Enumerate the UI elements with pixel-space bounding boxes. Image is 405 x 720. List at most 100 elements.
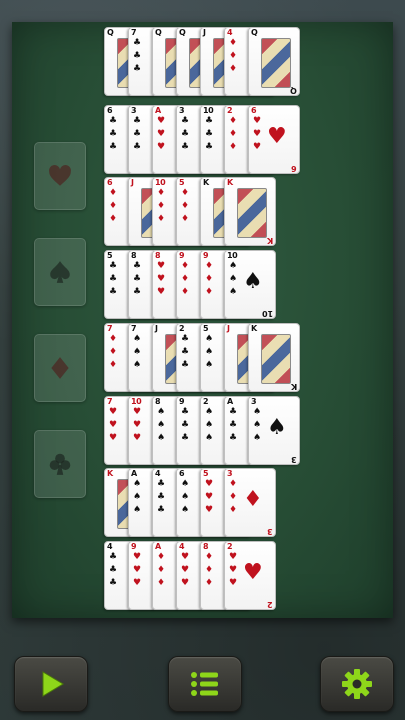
club-icon: ♣ <box>229 407 238 417</box>
heart-icon: ♥ <box>109 407 118 417</box>
spade-icon: ♠ <box>229 261 238 271</box>
spade-icon: ♠ <box>133 492 142 502</box>
card-K-club[interactable]: KK <box>248 323 300 392</box>
heart-icon: ♥ <box>205 492 214 502</box>
club-icon: ♣ <box>109 129 118 139</box>
diamond-icon: ♦ <box>229 505 238 515</box>
club-icon: ♣ <box>109 261 118 271</box>
spade-icon: ♠ <box>181 492 190 502</box>
club-icon: ♣ <box>181 420 190 430</box>
club-icon: ♣ <box>133 64 142 74</box>
spade-icon: ♠ <box>243 269 263 294</box>
heart-icon: ♥ <box>243 560 263 585</box>
spade-icon: ♠ <box>157 420 166 430</box>
diamond-icon: ♦ <box>109 360 118 370</box>
diamond-icon: ♦ <box>243 487 263 512</box>
club-icon: ♣ <box>133 287 142 297</box>
card-rank-bottom: 6 <box>291 164 297 173</box>
club-icon: ♣ <box>181 360 190 370</box>
card-rank: 8 <box>155 251 161 260</box>
spade-icon: ♠ <box>229 287 238 297</box>
card-rank: 3 <box>179 106 185 115</box>
diamond-icon: ♦ <box>229 129 238 139</box>
card-rank: 10 <box>131 397 142 406</box>
card-rank: 8 <box>131 251 137 260</box>
heart-icon: ♥ <box>229 565 238 575</box>
card-rank: 9 <box>179 397 185 406</box>
card-3-spade[interactable]: 3 ♠ ♠ ♠ ♠ 3 <box>248 396 300 465</box>
club-icon: ♣ <box>133 51 142 61</box>
diamond-icon: ♦ <box>205 578 214 588</box>
card-rank: Q <box>251 28 258 37</box>
diamond-icon: ♦ <box>181 214 190 224</box>
foundation-club[interactable] <box>34 430 86 498</box>
diamond-icon: ♦ <box>229 492 238 502</box>
card-rank: 8 <box>155 397 161 406</box>
card-rank-bottom: 10 <box>261 309 273 318</box>
foundation-spade[interactable] <box>34 238 86 306</box>
card-rank: J <box>155 324 158 333</box>
heart-icon: ♥ <box>157 129 166 139</box>
menu-button[interactable] <box>168 656 242 712</box>
card-3-diamond[interactable]: 3 ♦ ♦ ♦ ♦ 3 <box>224 468 276 537</box>
face-card-art <box>261 334 291 384</box>
spade-icon: ♠ <box>133 360 142 370</box>
play-icon <box>42 671 64 697</box>
card-rank: 7 <box>131 324 137 333</box>
diamond-icon: ♦ <box>109 214 118 224</box>
card-rank: K <box>203 178 209 187</box>
card-rank-bottom: K <box>266 236 273 245</box>
card-rank: 3 <box>227 469 233 478</box>
diamond-icon: ♦ <box>157 578 166 588</box>
card-rank-bottom: K <box>290 382 297 391</box>
card-rank: A <box>155 542 161 551</box>
heart-icon: ♥ <box>157 116 166 126</box>
card-K-heart[interactable]: KK <box>224 177 276 246</box>
play-button[interactable] <box>14 656 88 712</box>
club-icon: ♣ <box>181 116 190 126</box>
card-rank: 6 <box>107 106 113 115</box>
card-rank: 7 <box>107 397 113 406</box>
diamond-icon: ♦ <box>181 188 190 198</box>
club-icon: ♣ <box>133 261 142 271</box>
card-rank: K <box>107 469 113 478</box>
card-10-spade[interactable]: 10 ♠ ♠ ♠ ♠ 10 <box>224 250 276 319</box>
foundation-diamond[interactable] <box>34 334 86 402</box>
card-rank: J <box>131 178 134 187</box>
card-2-heart[interactable]: 2 ♥ ♥ ♥ ♥ 2 <box>224 541 276 610</box>
club-icon: ♣ <box>181 142 190 152</box>
card-rank: 6 <box>179 469 185 478</box>
heart-icon: ♥ <box>205 505 214 515</box>
spade-icon: ♠ <box>157 433 166 443</box>
card-rank: A <box>131 469 137 478</box>
spade-icon: ♠ <box>133 505 142 515</box>
card-rank: 5 <box>203 469 209 478</box>
diamond-icon: ♦ <box>229 64 238 74</box>
card-rank: Q <box>107 28 114 37</box>
spade-icon: ♠ <box>253 407 262 417</box>
card-rank-bottom: Q <box>290 86 297 95</box>
club-icon: ♣ <box>205 129 214 139</box>
heart-icon: ♥ <box>253 116 262 126</box>
heart-icon: ♥ <box>181 578 190 588</box>
diamond-icon: ♦ <box>205 261 214 271</box>
card-6-heart[interactable]: 6 ♥ ♥ ♥ ♥ 6 <box>248 105 300 174</box>
card-rank: Q <box>179 28 186 37</box>
foundation-heart[interactable] <box>34 142 86 210</box>
card-rank: 5 <box>203 324 209 333</box>
club-icon: ♣ <box>109 116 118 126</box>
club-icon: ♣ <box>109 552 118 562</box>
heart-icon: ♥ <box>205 479 214 489</box>
card-rank: 2 <box>227 106 233 115</box>
settings-button[interactable] <box>320 656 394 712</box>
spade-icon <box>50 261 70 283</box>
diamond-icon: ♦ <box>205 287 214 297</box>
heart-icon: ♥ <box>157 287 166 297</box>
list-icon <box>191 672 218 696</box>
card-Q-spade[interactable]: QQ <box>248 27 300 96</box>
club-icon: ♣ <box>205 142 214 152</box>
card-rank: 4 <box>155 469 161 478</box>
spade-icon: ♠ <box>205 420 214 430</box>
diamond-icon: ♦ <box>109 201 118 211</box>
spade-icon: ♠ <box>205 433 214 443</box>
